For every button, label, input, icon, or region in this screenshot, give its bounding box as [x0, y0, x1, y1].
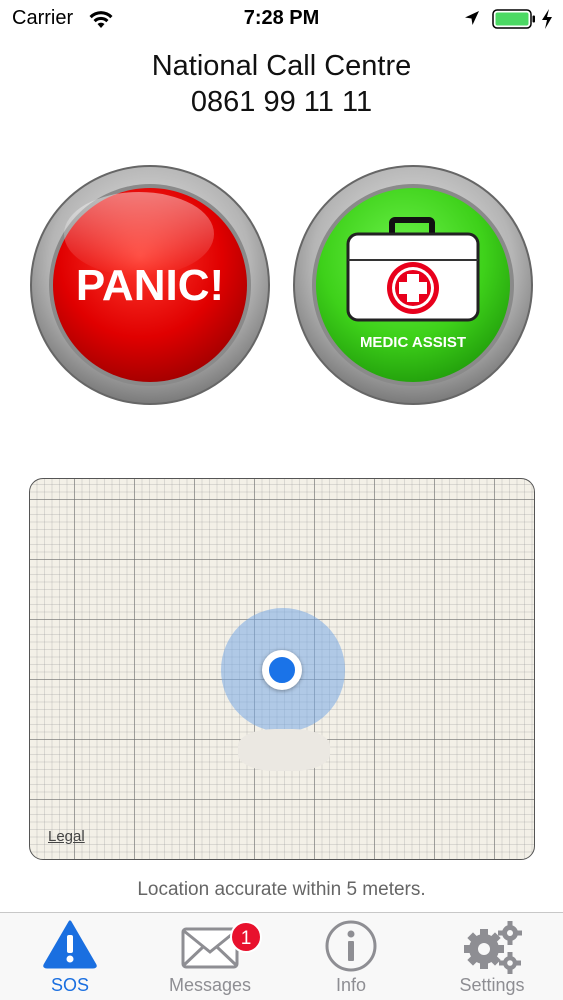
call-centre-phone[interactable]: 0861 99 11 11: [0, 84, 563, 120]
current-location-dot: [262, 650, 302, 690]
info-icon: [325, 920, 377, 972]
tab-info[interactable]: Info: [296, 913, 406, 1000]
status-bar: Carrier 7:28 PM: [0, 0, 563, 40]
tab-sos[interactable]: SOS: [15, 913, 125, 1000]
panic-button[interactable]: PANIC!: [29, 164, 271, 406]
tab-bar: SOS 1 Messages Info Settings: [0, 912, 563, 1000]
panic-label: PANIC!: [76, 261, 224, 310]
tab-messages-label: Messages: [168, 975, 252, 995]
medic-assist-button[interactable]: MEDIC ASSIST: [292, 164, 534, 406]
map-feature: [238, 729, 330, 771]
battery-icon: [492, 9, 535, 29]
tab-messages[interactable]: 1 Messages: [155, 913, 265, 1000]
charging-bolt-icon: [542, 9, 552, 29]
call-centre-header: National Call Centre 0861 99 11 11: [0, 48, 563, 120]
location-accuracy-text: Location accurate within 5 meters.: [137, 879, 426, 900]
location-map[interactable]: Legal: [29, 478, 535, 860]
tab-settings-label: Settings: [459, 975, 525, 995]
messages-badge: 1: [230, 921, 262, 953]
gears-icon: [464, 921, 522, 974]
call-centre-title: National Call Centre: [151, 50, 412, 82]
first-aid-kit-icon: [346, 217, 480, 322]
legal-link[interactable]: Legal: [48, 828, 85, 845]
tab-sos-label: SOS: [50, 975, 89, 995]
location-arrow-icon: [465, 11, 479, 25]
medic-assist-label: MEDIC ASSIST: [360, 334, 466, 351]
tab-settings[interactable]: Settings: [437, 913, 547, 1000]
tab-info-label: Info: [335, 975, 367, 995]
warning-icon: [43, 920, 97, 969]
